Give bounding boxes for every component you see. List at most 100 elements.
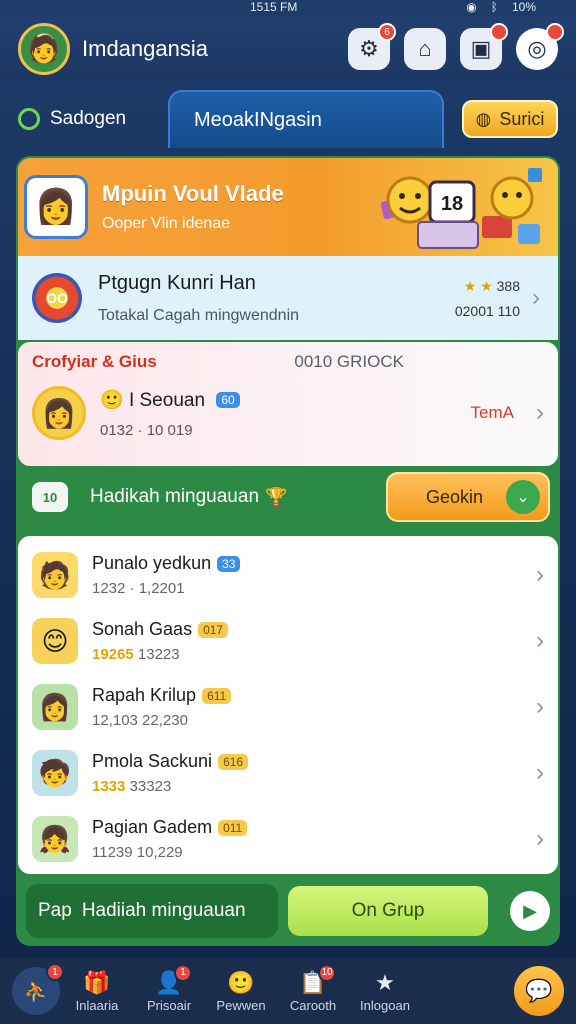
user-icon: 👤	[155, 969, 183, 995]
person-icon: 👧	[38, 823, 72, 854]
banner-avatar: 👩	[24, 175, 88, 239]
nav-item-carooth[interactable]: 📋 Carooth 10	[278, 963, 348, 1013]
settings-button[interactable]: ⚙ 6	[348, 23, 396, 70]
list-item-tag: 611	[202, 688, 232, 705]
list-item-name: Pagian Gadem	[92, 817, 213, 837]
star-icon: ★ ★	[463, 277, 493, 294]
list-item-body: Pmola Sackuni 616 1333 33323	[92, 751, 536, 795]
footer-pill[interactable]: Pap Hadiiah minguauan	[26, 884, 278, 938]
nav-item-pewwen[interactable]: 🙂 Pewwen	[206, 970, 276, 1013]
nav-label: Inlogoan	[360, 997, 410, 1013]
bluetooth-icon: ᛒ	[490, 0, 498, 14]
person-icon: 🧒	[38, 757, 72, 788]
person-icon: 👩	[38, 691, 72, 722]
list-item-sub: 13223	[137, 646, 180, 663]
list-item-sub: 33323	[129, 778, 172, 795]
list-item-sub: 1232 · 1,2201	[92, 580, 185, 597]
list-item[interactable]: 🧑 Punalo yedkun 33 1232 · 1,2201 ›	[32, 542, 544, 608]
footer-pill-label: Hadiiah minguauan	[81, 900, 246, 921]
reward-bar: 10 Hadikah minguauan 🏆 Geokin ⌄	[18, 468, 558, 526]
chevron-right-icon: ›	[536, 759, 544, 786]
nav-item-prisoair[interactable]: 👤 Prisoair 1	[134, 963, 204, 1013]
tab-right-button[interactable]: ◍ Surici	[462, 100, 558, 138]
inbox-icon: ⌂	[418, 36, 432, 61]
chevron-right-icon: ›	[536, 399, 544, 426]
feature-text: Ptgugn Kunri Han Totakal Cagah mingwendn…	[98, 272, 455, 325]
list-item-body: Sonah Gaas 017 19265 13223	[92, 619, 536, 663]
nav-label: Prisoair	[146, 997, 192, 1013]
status-time: 1515 FM	[250, 0, 298, 14]
list-item[interactable]: 🧒 Pmola Sackuni 616 1333 33323 ›	[32, 740, 544, 806]
tab-right-label: Surici	[499, 108, 545, 129]
settings-badge: 6	[378, 23, 396, 41]
list-item-highlight: 19265	[92, 646, 134, 663]
feature-meta-1: 388	[496, 277, 520, 294]
chevron-right-icon: ›	[532, 284, 540, 311]
group-card[interactable]: Crofyiar & Gius 0010 GRIOCK 👩 🙂 I Seouan…	[18, 342, 558, 466]
list-item-tag: 33	[217, 556, 241, 573]
tab-left-label: Sadogen	[50, 108, 127, 129]
main-panel: 👩 Mpuin Voul Vlade Ooper Vlin idenae 18 …	[16, 156, 560, 946]
list-avatar: 👩	[32, 684, 78, 730]
bottom-nav: ⛹ 1 🎁 Inlaaria 👤 Prisoair 1 🙂 Pewwen 📋 C…	[0, 958, 576, 1024]
tab-bar: Sadogen MeoakINgasin ◍ Surici	[0, 88, 576, 150]
banner-deco-number: 18	[441, 193, 463, 215]
gear-icon: ⚙	[359, 36, 379, 61]
chat-button[interactable]: 💬	[514, 966, 564, 1016]
group-name-text: I Seouan	[128, 389, 206, 411]
go-button[interactable]: ▶	[510, 891, 550, 931]
feature-row[interactable]: OO Ptgugn Kunri Han Totakal Cagah mingwe…	[18, 256, 558, 340]
profile-avatar[interactable]: 🧑	[18, 23, 70, 75]
status-icons: ◉ ᛒ 10%	[466, 0, 536, 14]
status-bar: 1515 FM ◉ ᛒ 10%	[0, 0, 576, 14]
list-item-name: Rapah Krilup	[92, 685, 197, 705]
tab-active[interactable]: MeoakINgasin	[168, 90, 444, 148]
inbox-button[interactable]: ⌂	[404, 28, 446, 70]
list-item-tag: 017	[198, 622, 229, 639]
gift-button[interactable]: ▣	[460, 23, 508, 70]
list-avatar: 🧑	[32, 552, 78, 598]
footer-bar: Pap Hadiiah minguauan On Grup ▶	[18, 880, 558, 942]
feature-subtitle: Totakal Cagah mingwendnin	[98, 306, 300, 324]
banner-subtitle: Ooper Vlin idenae	[102, 215, 231, 232]
list-item-highlight: 1333	[92, 778, 126, 795]
play-icon: ▶	[523, 900, 537, 921]
tab-left[interactable]: Sadogen	[18, 108, 168, 130]
wifi-icon: ◉	[466, 0, 477, 14]
list-item[interactable]: 👩 Rapah Krilup 611 12,103 22,230 ›	[32, 674, 544, 740]
group-name: 🙂 I Seouan 60	[100, 388, 240, 412]
list-item-sub: 11239 10,229	[92, 844, 183, 861]
promo-banner[interactable]: 👩 Mpuin Voul Vlade Ooper Vlin idenae 18	[18, 158, 558, 256]
group-card-body: 🙂 I Seouan 60 0132 · 10 019	[86, 388, 240, 439]
smile-icon: 🙂	[100, 389, 124, 411]
list-item-sub: 12,103 22,230	[92, 712, 188, 729]
smile-icon: 🙂	[227, 969, 255, 995]
reward-button[interactable]: Geokin ⌄	[386, 472, 550, 522]
person-icon: 😊	[41, 625, 69, 656]
list-item[interactable]: 👧 Pagian Gadem 011 11239 10,229 ›	[32, 806, 544, 872]
nav-item-inlaaria[interactable]: 🎁 Inlaaria	[62, 970, 132, 1013]
reward-button-label: Geokin	[426, 486, 484, 507]
clipboard-icon: 📋	[299, 969, 327, 995]
group-card-heading: Crofyiar & Gius	[32, 352, 157, 371]
star-icon: ★	[375, 969, 395, 995]
nav-label: Inlaaria	[75, 997, 119, 1013]
list-avatar: 👧	[32, 816, 78, 862]
group-status: TemA	[470, 403, 514, 422]
trophy-icon: 🏆	[265, 486, 288, 507]
feature-meta: ★ ★ 388 02001 110	[455, 278, 520, 319]
list-item[interactable]: 😊 Sonah Gaas 017 19265 13223 ›	[32, 608, 544, 674]
chevron-right-icon: ›	[536, 825, 544, 852]
app-header: 🧑 Imdangansia ⚙ 6 ⌂ ▣ ◎	[0, 16, 576, 82]
notifications-button[interactable]: ◎	[516, 23, 564, 70]
grup-button[interactable]: On Grup	[288, 886, 488, 936]
gift-badge	[490, 23, 508, 41]
list-item-name: Pmola Sackuni	[92, 751, 213, 771]
group-card-header: Crofyiar & Gius 0010 GRIOCK	[32, 352, 544, 372]
nav-home-button[interactable]: ⛹ 1	[12, 963, 64, 1015]
list-avatar: 🧒	[32, 750, 78, 796]
nav-item-inlogoan[interactable]: ★ Inlogoan	[350, 970, 420, 1013]
list-item-body: Punalo yedkun 33 1232 · 1,2201	[92, 553, 536, 597]
member-list: 🧑 Punalo yedkun 33 1232 · 1,2201 › 😊 Sona…	[18, 536, 558, 874]
person-icon: 🧑	[38, 559, 72, 590]
